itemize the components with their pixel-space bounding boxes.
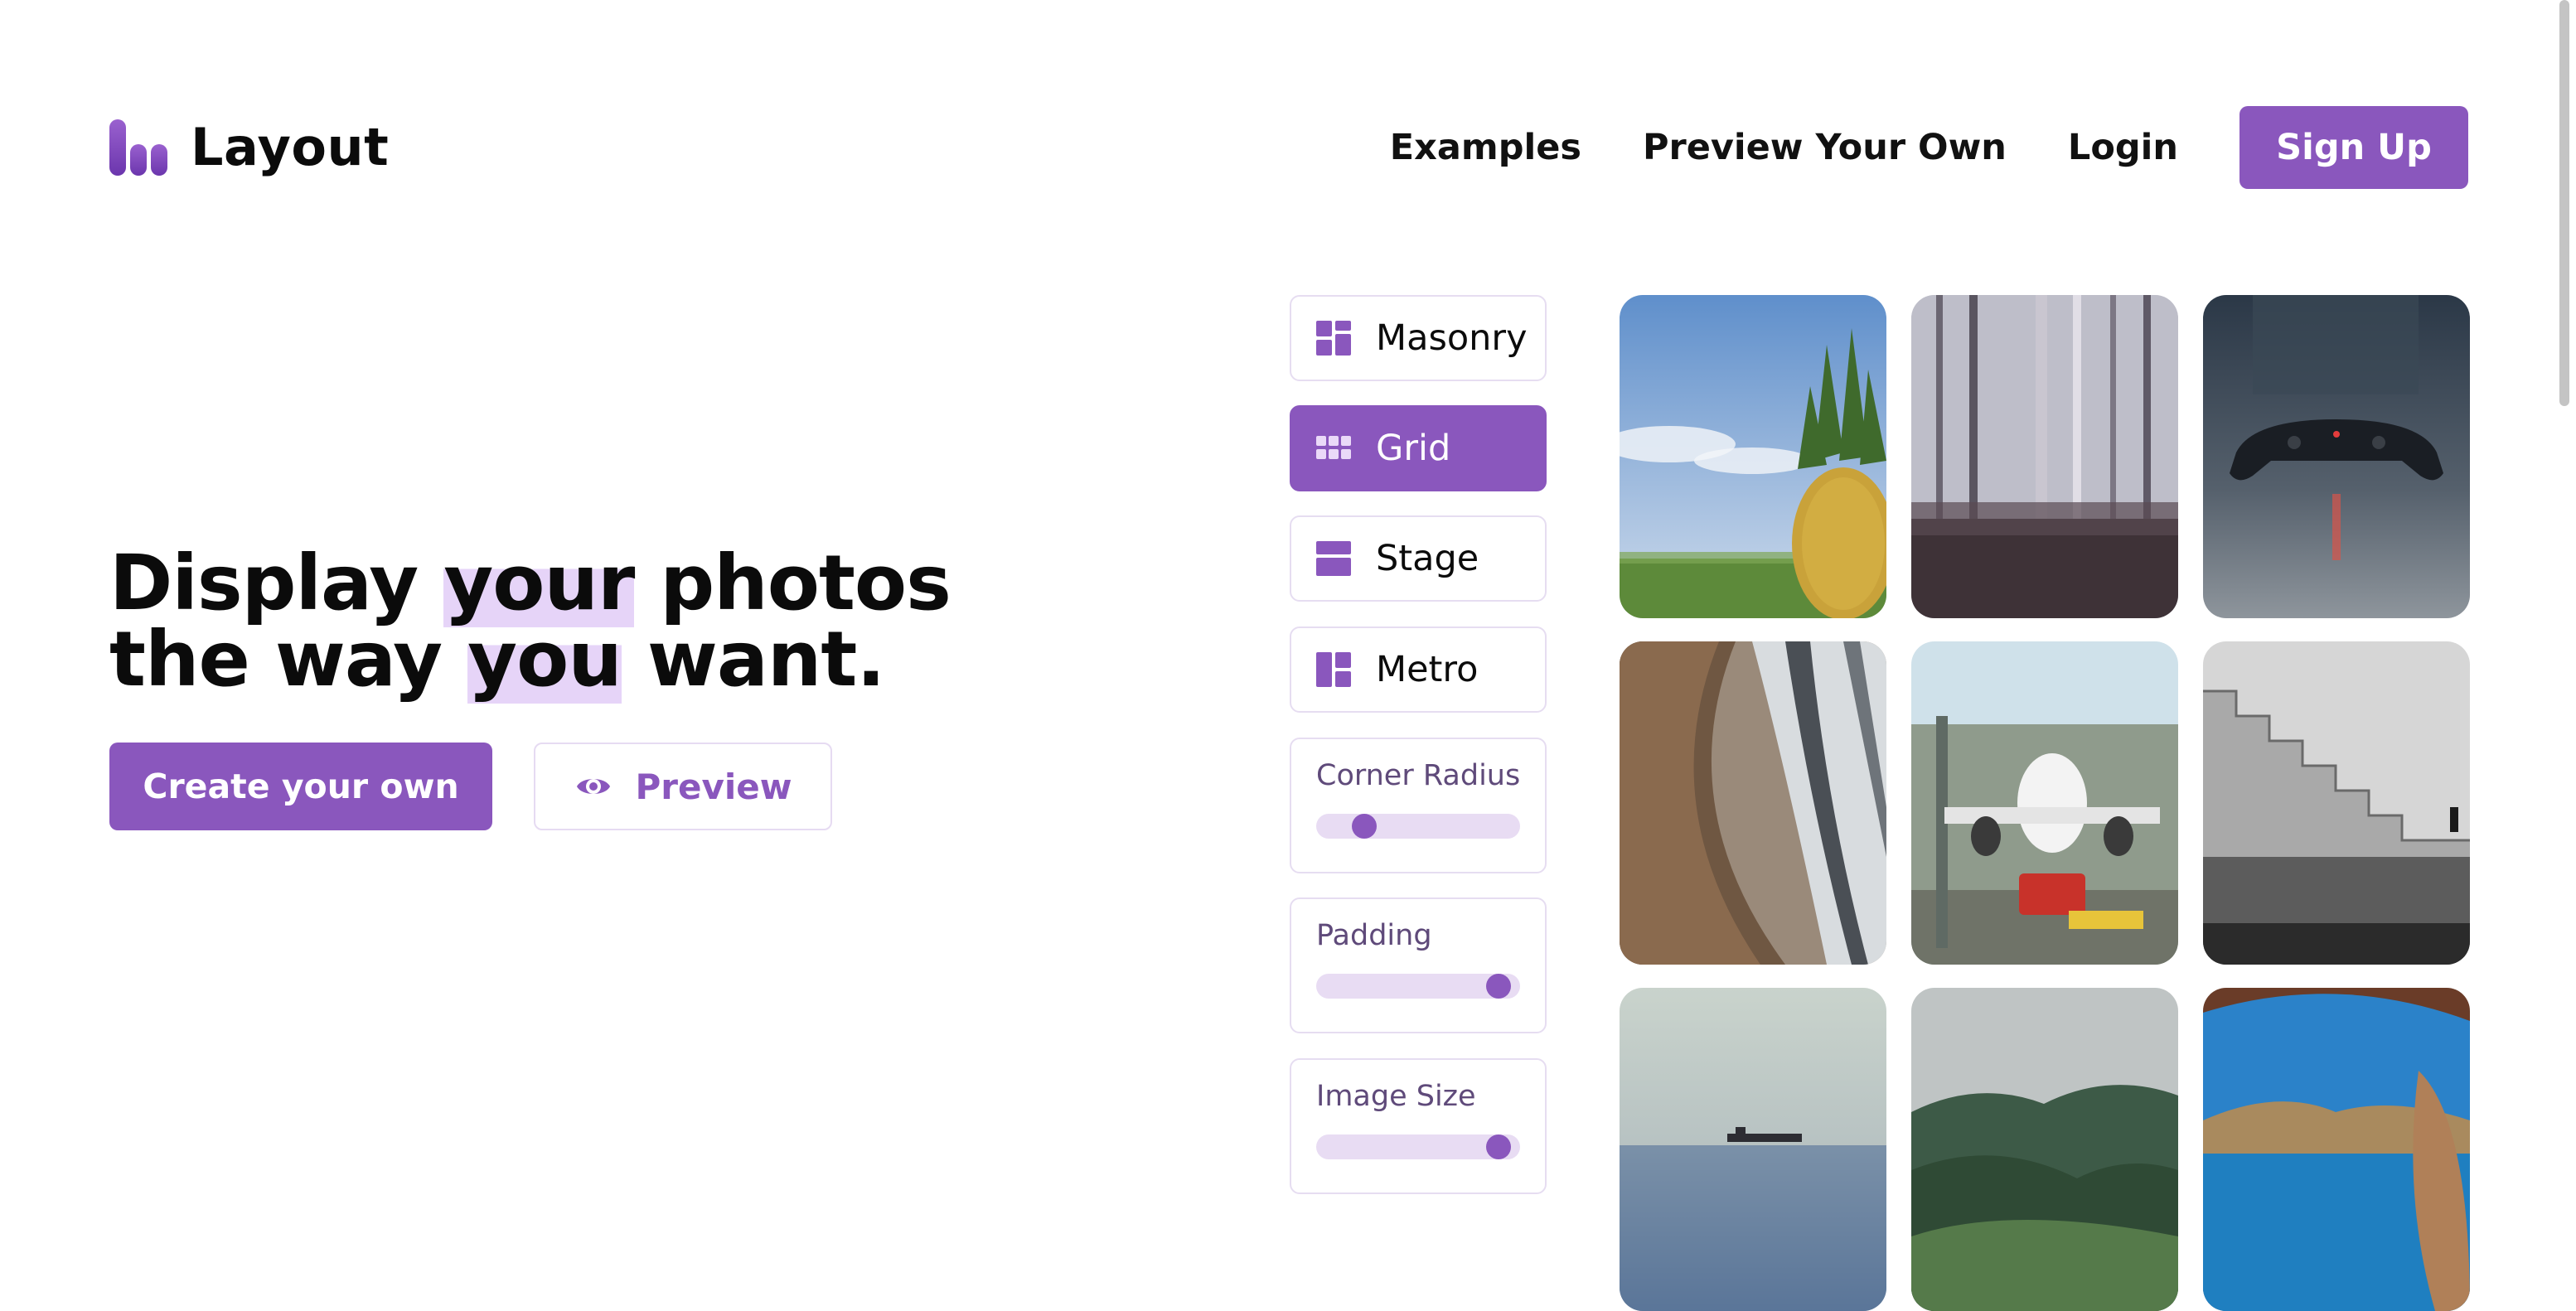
layout-label: Masonry	[1376, 317, 1528, 359]
padding-label: Padding	[1316, 919, 1432, 952]
photo-foggy-hills[interactable]	[1911, 988, 2178, 1311]
logo-text: Layout	[191, 116, 390, 177]
layout-masonry-button[interactable]: Masonry	[1290, 295, 1547, 381]
image-size-slider[interactable]	[1316, 1134, 1520, 1159]
layout-metro-button[interactable]: Metro	[1290, 626, 1547, 713]
image-size-control: Image Size	[1290, 1058, 1547, 1194]
top-nav: Examples Preview Your Own Login Sign Up	[1390, 106, 2468, 189]
nav-examples-link[interactable]: Examples	[1390, 127, 1581, 168]
photo-sea-ship[interactable]	[1620, 988, 1886, 1311]
photo-misty-forest[interactable]	[1911, 295, 2178, 618]
logo-bars-icon	[109, 118, 167, 176]
create-your-own-button[interactable]: Create your own	[109, 743, 492, 830]
padding-slider[interactable]	[1316, 974, 1520, 999]
layout-label: Grid	[1376, 428, 1451, 469]
slider-handle[interactable]	[1486, 1134, 1512, 1159]
hero-headline: Display your photos the way you want.	[109, 539, 951, 704]
preview-button-label: Preview	[635, 766, 792, 807]
scrollbar-thumb[interactable]	[2559, 0, 2569, 406]
sign-up-button[interactable]: Sign Up	[2239, 106, 2468, 189]
slider-handle[interactable]	[1486, 974, 1512, 999]
photo-game-controller[interactable]	[2203, 295, 2470, 618]
photo-library-bookshelves[interactable]	[1620, 641, 1886, 965]
slider-handle[interactable]	[1352, 814, 1378, 839]
preview-button[interactable]: Preview	[534, 743, 832, 830]
hero-text: want.	[621, 615, 886, 704]
eye-icon	[574, 767, 613, 806]
hero-headline-line-1: Display your photos	[109, 539, 951, 627]
layout-grid-button[interactable]: Grid	[1290, 405, 1547, 491]
photo-airplane[interactable]	[1911, 641, 2178, 965]
logo[interactable]: Layout	[109, 114, 389, 179]
layout-label: Stage	[1376, 538, 1479, 579]
highlighted-word: your	[443, 539, 635, 627]
nav-preview-your-own-link[interactable]: Preview Your Own	[1643, 127, 2007, 168]
layout-stage-button[interactable]: Stage	[1290, 515, 1547, 602]
grid-icon	[1316, 436, 1351, 459]
layout-label: Metro	[1376, 649, 1479, 690]
corner-radius-slider[interactable]	[1316, 814, 1520, 839]
hero-text: Display	[109, 539, 444, 627]
hero-text: the way	[109, 615, 468, 704]
photo-pineapple[interactable]	[1620, 295, 1886, 618]
highlighted-word: you	[467, 615, 622, 704]
image-size-label: Image Size	[1316, 1080, 1476, 1113]
stage-icon	[1316, 541, 1351, 576]
padding-control: Padding	[1290, 897, 1547, 1033]
masonry-icon	[1316, 321, 1351, 356]
photo-stone-staircase[interactable]	[2203, 641, 2470, 965]
photo-sea-cave[interactable]	[2203, 988, 2470, 1311]
hero-headline-line-2: the way you want.	[109, 615, 951, 704]
corner-radius-label: Corner Radius	[1316, 759, 1521, 792]
corner-radius-control: Corner Radius	[1290, 738, 1547, 873]
page-scrollbar[interactable]	[2553, 0, 2576, 1266]
nav-login-link[interactable]: Login	[2068, 127, 2178, 168]
hero-text: photos	[634, 539, 951, 627]
metro-icon	[1316, 652, 1351, 687]
